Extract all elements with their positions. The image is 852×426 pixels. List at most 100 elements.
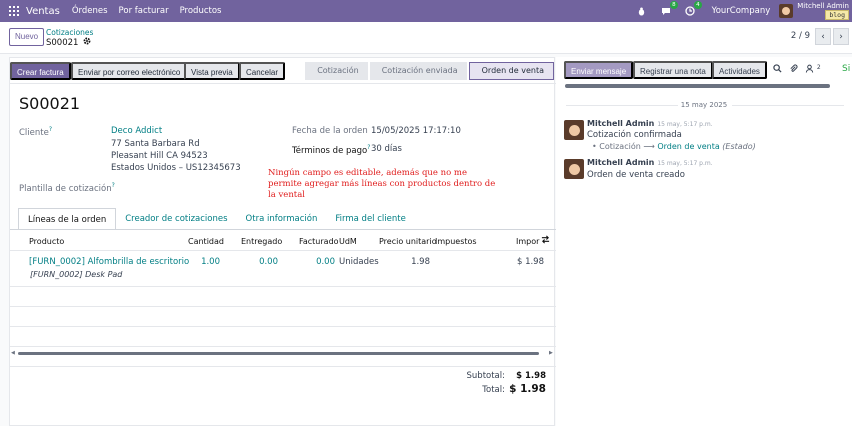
help-icon: ? [48, 126, 53, 133]
customer-address-line-1: 77 Santa Barbara Rd [111, 139, 200, 149]
status-stages: Cotización Cotización enviada Orden de v… [303, 62, 554, 80]
user-avatar[interactable] [779, 4, 794, 18]
tab-other-info[interactable]: Otra información [237, 208, 327, 230]
template-label: Plantilla de cotización? [19, 182, 115, 194]
line-unit-price: 1.98 [411, 257, 430, 267]
activities-button[interactable]: Actividades [712, 61, 767, 79]
activities-badge: 4 [694, 1, 702, 9]
col-invoiced[interactable]: Facturado [299, 237, 339, 246]
tab-quote-builder[interactable]: Creador de cotizaciones [116, 208, 236, 230]
log-note-button[interactable]: Registrar una nota [633, 61, 713, 79]
record-name: S00021 [46, 37, 79, 48]
followers-count: 2 [816, 64, 821, 71]
tab-order-lines[interactable]: Líneas de la orden [18, 208, 117, 230]
pager-value[interactable]: 2 / 9 [791, 31, 810, 41]
col-unit-price[interactable]: Precio unitario [379, 237, 437, 246]
line-description: [FURN_0002] Desk Pad [30, 270, 123, 279]
send-email-button[interactable]: Enviar por correo electrónico [71, 62, 188, 80]
customer-address-line-2: Pleasant Hill CA 94523 [111, 151, 208, 161]
date-separator-line [732, 105, 844, 106]
col-uom[interactable]: UdM [339, 237, 357, 246]
stage-quotation-sent[interactable]: Cotización enviada [369, 62, 467, 80]
stage-sales-order[interactable]: Orden de venta [468, 62, 554, 80]
preview-button[interactable]: Vista previa [184, 62, 240, 80]
payment-terms-label: Términos de pago? [292, 144, 371, 156]
message-author-avatar[interactable] [564, 120, 584, 140]
tracking-value: • Cotización ⟶ Orden de venta (Estado) [592, 142, 756, 151]
help-icon: ? [367, 144, 371, 151]
col-product[interactable]: Producto [29, 237, 64, 246]
top-navbar: Ventas Órdenes Por facturar Productos 8 … [0, 0, 852, 22]
subtotal-value: $ 1.98 [516, 371, 546, 381]
horizontal-scrollbar[interactable]: ◀ ▶ [10, 350, 556, 356]
control-panel: Nuevo Cotizaciones S00021 2 / 9 ‹ › [0, 22, 852, 54]
col-taxes[interactable]: Impuestos [435, 237, 477, 246]
cancel-button[interactable]: Cancelar [239, 62, 286, 80]
column-settings-icon[interactable] [541, 235, 550, 246]
app-name[interactable]: Ventas [26, 6, 60, 17]
tab-customer-signature[interactable]: Firma del cliente [326, 208, 414, 230]
user-menu[interactable]: Mitchell Admin blog [797, 2, 849, 20]
order-date-value: 15/05/2025 17:17:10 [371, 126, 461, 136]
line-invoiced: 0.00 [316, 257, 335, 267]
followers-icon[interactable]: 2 [805, 64, 821, 76]
statusbar: Crear factura Enviar por correo electrón… [10, 58, 556, 84]
total-value: $ 1.98 [509, 383, 546, 395]
form-sheet: Crear factura Enviar por correo electrón… [9, 57, 556, 426]
scrollbar-thumb[interactable] [18, 352, 539, 355]
create-invoice-button[interactable]: Crear factura [10, 62, 71, 80]
help-icon: ? [111, 182, 115, 189]
chatter-scrollbar[interactable] [565, 84, 830, 88]
activities-icon[interactable]: 4 [684, 1, 702, 17]
empty-row [10, 287, 556, 307]
stage-quotation[interactable]: Cotización [305, 62, 368, 80]
line-product[interactable]: [FURN_0002] Alfombrilla de escritorio [29, 257, 189, 267]
attachment-icon[interactable] [789, 64, 798, 76]
customer-label: Cliente? [19, 126, 53, 138]
notebook-tabs: Líneas de la orden Creador de cotizacion… [18, 208, 415, 230]
gear-icon[interactable] [83, 37, 91, 48]
messages-badge: 8 [670, 1, 678, 9]
send-message-button[interactable]: Enviar mensaje [564, 61, 634, 79]
message-author-avatar[interactable] [564, 159, 584, 179]
message-author: Mitchell Admin 15 may, 5:17 p.m. [587, 119, 713, 128]
chevron-right-icon: › [839, 31, 843, 42]
col-amount[interactable]: Impor [516, 237, 539, 246]
follow-button[interactable]: Si [842, 64, 850, 74]
pager-previous-button[interactable]: ‹ [815, 28, 831, 45]
apps-menu-icon[interactable] [9, 6, 19, 16]
scroll-left-icon[interactable]: ◀ [11, 350, 15, 356]
navbar-systray: 8 4 YourCompany Mitchell Admin blog [636, 0, 852, 22]
user-annotation: Ningún campo es editable, además que no … [268, 168, 496, 200]
table-header: Producto Cantidad Entregado Facturado Ud… [10, 230, 556, 251]
line-uom: Unidades [339, 257, 379, 267]
new-button[interactable]: Nuevo [9, 28, 45, 46]
search-icon[interactable] [773, 64, 782, 76]
chevron-left-icon: ‹ [821, 31, 825, 42]
scroll-right-icon[interactable]: ▶ [549, 350, 553, 356]
table-row[interactable]: [FURN_0002] Alfombrilla de escritorio [F… [10, 251, 556, 287]
messages-icon[interactable]: 8 [660, 1, 678, 17]
customer-address-line-3: Estados Unidos – US12345673 [111, 163, 241, 173]
chatter-panel: Enviar mensaje Registrar una nota Activi… [556, 57, 852, 426]
col-delivered[interactable]: Entregado [241, 237, 282, 246]
arrow-right-icon: ⟶ [643, 142, 655, 151]
menu-to-invoice[interactable]: Por facturar [119, 6, 169, 16]
empty-row [10, 307, 556, 327]
company-switcher[interactable]: YourCompany [712, 6, 771, 16]
menu-products[interactable]: Productos [180, 6, 222, 16]
line-amount: $ 1.98 [516, 257, 544, 267]
breadcrumb-quotations[interactable]: Cotizaciones [46, 28, 93, 37]
pager-next-button[interactable]: › [833, 28, 849, 45]
user-name: Mitchell Admin [797, 2, 849, 10]
col-quantity[interactable]: Cantidad [188, 237, 224, 246]
line-quantity: 1.00 [201, 257, 220, 267]
message-time: 15 may, 5:17 p.m. [657, 160, 713, 167]
empty-row [10, 327, 556, 347]
bug-icon[interactable] [636, 5, 648, 17]
message-author: Mitchell Admin 15 may, 5:17 p.m. [587, 158, 713, 167]
order-date-label: Fecha de la orden [292, 126, 368, 136]
menu-orders[interactable]: Órdenes [72, 6, 108, 16]
message-time: 15 may, 5:17 p.m. [657, 121, 713, 128]
customer-link[interactable]: Deco Addict [111, 126, 162, 136]
